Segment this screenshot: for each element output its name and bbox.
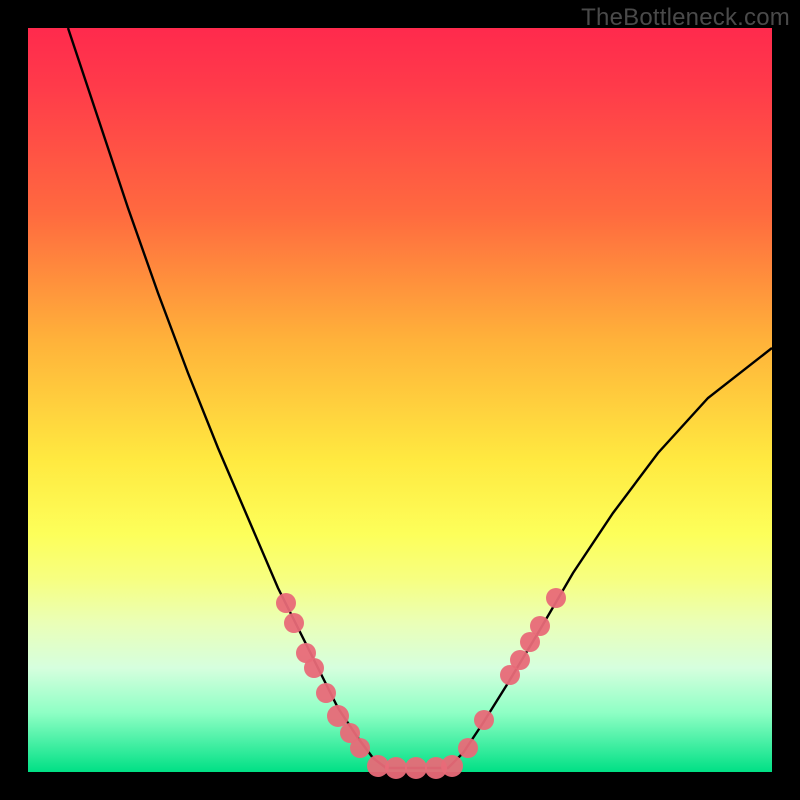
plot-area [28, 28, 772, 772]
bottleneck-curve [28, 28, 772, 772]
curve-path [68, 28, 772, 768]
chart-frame: TheBottleneck.com [0, 0, 800, 800]
watermark-text: TheBottleneck.com [581, 4, 790, 32]
